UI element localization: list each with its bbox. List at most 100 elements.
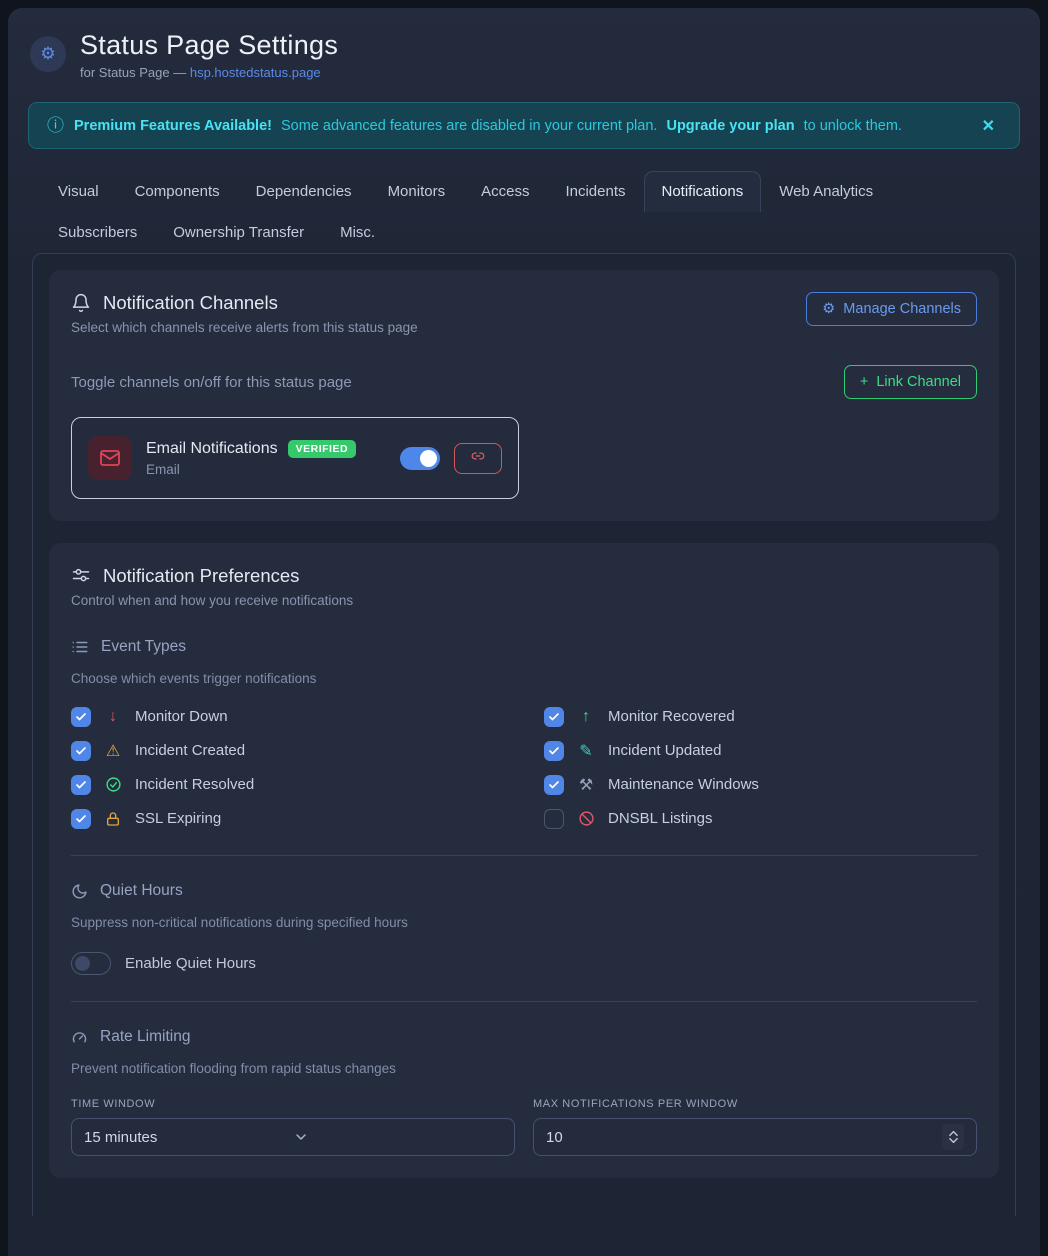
tab-visual[interactable]: Visual	[40, 171, 117, 212]
checkbox[interactable]	[544, 775, 564, 795]
quiet-hours-heading: Quiet Hours	[71, 882, 977, 900]
quiet-hours-toggle[interactable]	[71, 952, 111, 975]
checkbox[interactable]	[71, 741, 91, 761]
checkbox[interactable]	[71, 809, 91, 829]
settings-tabs: Visual Components Dependencies Monitors …	[8, 149, 1040, 253]
notifications-panel: Notification Channels Select which chann…	[32, 253, 1016, 1216]
manage-channels-button[interactable]: ⚙ Manage Channels	[806, 292, 977, 326]
tab-incidents[interactable]: Incidents	[547, 171, 643, 212]
gear-icon: ⚙	[40, 44, 55, 64]
event-incident-resolved[interactable]: Incident Resolved	[71, 774, 504, 795]
lock-icon	[103, 811, 123, 827]
channels-subtitle: Select which channels receive alerts fro…	[71, 320, 418, 335]
link-channel-button[interactable]: + Link Channel	[844, 365, 977, 399]
event-monitor-down[interactable]: ↓ Monitor Down	[71, 706, 504, 727]
tab-notifications[interactable]: Notifications	[644, 171, 762, 212]
email-channel-toggle[interactable]	[400, 447, 440, 470]
tab-dependencies[interactable]: Dependencies	[238, 171, 370, 212]
arrow-up-icon: ↑	[576, 708, 596, 726]
chevron-down-icon	[293, 1129, 502, 1145]
rate-limiting-heading: Rate Limiting	[71, 1028, 977, 1046]
upgrade-plan-link[interactable]: Upgrade your plan	[666, 118, 794, 134]
max-notifications-label: MAX NOTIFICATIONS PER WINDOW	[533, 1098, 977, 1110]
page-subtitle: for Status Page — hsp.hostedstatus.page	[80, 65, 338, 80]
divider	[71, 1001, 977, 1002]
tab-monitors[interactable]: Monitors	[370, 171, 464, 212]
event-ssl-expiring[interactable]: SSL Expiring	[71, 808, 504, 829]
premium-banner: ⓘ Premium Features Available! Some advan…	[28, 102, 1020, 149]
event-incident-created[interactable]: ⚠ Incident Created	[71, 740, 504, 761]
tab-ownership-transfer[interactable]: Ownership Transfer	[155, 212, 322, 253]
channels-heading: Notification Channels Select which chann…	[71, 292, 418, 335]
number-stepper[interactable]	[942, 1124, 964, 1150]
header-text: Status Page Settings for Status Page — h…	[80, 30, 338, 80]
event-dnsbl-listings[interactable]: DNSBL Listings	[544, 808, 977, 829]
quiet-hours-toggle-label: Enable Quiet Hours	[125, 955, 256, 972]
checkbox[interactable]	[71, 707, 91, 727]
plus-icon: +	[860, 374, 868, 390]
subtitle-prefix: for Status Page —	[80, 65, 190, 80]
preferences-heading: Notification Preferences Control when an…	[71, 565, 977, 608]
channel-name: Email Notifications	[146, 440, 278, 458]
quiet-hours-subtitle: Suppress non-critical notifications duri…	[71, 915, 977, 930]
tabs-row-1: Visual Components Dependencies Monitors …	[40, 171, 1008, 212]
tools-icon: ⚒	[576, 775, 596, 795]
event-types-grid: ↓ Monitor Down ⚠ Incident Created Incide…	[71, 706, 977, 829]
channels-title: Notification Channels	[103, 292, 278, 314]
max-notifications-field: MAX NOTIFICATIONS PER WINDOW	[533, 1098, 977, 1156]
event-types-heading: Event Types	[71, 638, 977, 656]
rate-limiting-fields: TIME WINDOW 15 minutes MAX NOTIFICATIONS…	[71, 1098, 977, 1156]
status-page-link[interactable]: hsp.hostedstatus.page	[190, 65, 321, 80]
banner-suffix: to unlock them.	[804, 118, 902, 134]
time-window-value: 15 minutes	[84, 1129, 293, 1146]
checkbox[interactable]	[544, 741, 564, 761]
gear-icon: ⚙	[822, 301, 835, 317]
rate-limiting-subtitle: Prevent notification flooding from rapid…	[71, 1061, 977, 1076]
checkbox[interactable]	[544, 809, 564, 829]
max-notifications-input[interactable]	[546, 1129, 942, 1146]
event-monitor-recovered[interactable]: ↑ Monitor Recovered	[544, 706, 977, 727]
link-icon	[471, 449, 485, 468]
checkbox[interactable]	[71, 775, 91, 795]
gauge-icon	[71, 1029, 88, 1046]
pencil-icon: ✎	[576, 741, 596, 761]
verified-badge: VERIFIED	[288, 440, 356, 458]
info-icon: ⓘ	[47, 117, 64, 134]
banner-body: Some advanced features are disabled in y…	[281, 118, 657, 134]
tabs-row-2: Subscribers Ownership Transfer Misc.	[40, 212, 1008, 253]
channel-type: Email	[146, 462, 386, 477]
email-channel-card: Email Notifications VERIFIED Email	[71, 417, 519, 499]
email-channel-meta: Email Notifications VERIFIED Email	[146, 440, 386, 477]
preferences-subtitle: Control when and how you receive notific…	[71, 593, 977, 608]
arrow-down-icon: ↓	[103, 708, 123, 726]
checkbox[interactable]	[544, 707, 564, 727]
event-types-subtitle: Choose which events trigger notification…	[71, 671, 977, 686]
banner-text: Premium Features Available! Some advance…	[74, 118, 966, 134]
sliders-icon	[71, 566, 91, 586]
divider	[71, 855, 977, 856]
mail-icon	[88, 436, 132, 480]
notification-channels-card: Notification Channels Select which chann…	[49, 270, 999, 521]
bell-icon	[71, 293, 91, 313]
tab-components[interactable]: Components	[117, 171, 238, 212]
close-icon[interactable]: ✕	[976, 112, 1001, 140]
moon-icon	[71, 883, 88, 900]
tab-access[interactable]: Access	[463, 171, 547, 212]
status-page-settings: ⚙ Status Page Settings for Status Page —…	[8, 8, 1040, 1256]
tab-web-analytics[interactable]: Web Analytics	[761, 171, 891, 212]
tab-subscribers[interactable]: Subscribers	[40, 212, 155, 253]
tab-misc[interactable]: Misc.	[322, 212, 393, 253]
time-window-field: TIME WINDOW 15 minutes	[71, 1098, 515, 1156]
page-header: ⚙ Status Page Settings for Status Page —…	[8, 8, 1040, 94]
preferences-title: Notification Preferences	[103, 565, 299, 587]
time-window-label: TIME WINDOW	[71, 1098, 515, 1110]
toggle-hint: Toggle channels on/off for this status p…	[71, 374, 352, 391]
warning-triangle-icon: ⚠	[103, 741, 123, 761]
event-maintenance-windows[interactable]: ⚒ Maintenance Windows	[544, 774, 977, 795]
time-window-select[interactable]: 15 minutes	[71, 1118, 515, 1156]
check-circle-icon	[103, 776, 123, 793]
gear-avatar: ⚙	[30, 36, 66, 72]
event-incident-updated[interactable]: ✎ Incident Updated	[544, 740, 977, 761]
unlink-channel-button[interactable]	[454, 443, 502, 474]
banner-title: Premium Features Available!	[74, 118, 272, 134]
